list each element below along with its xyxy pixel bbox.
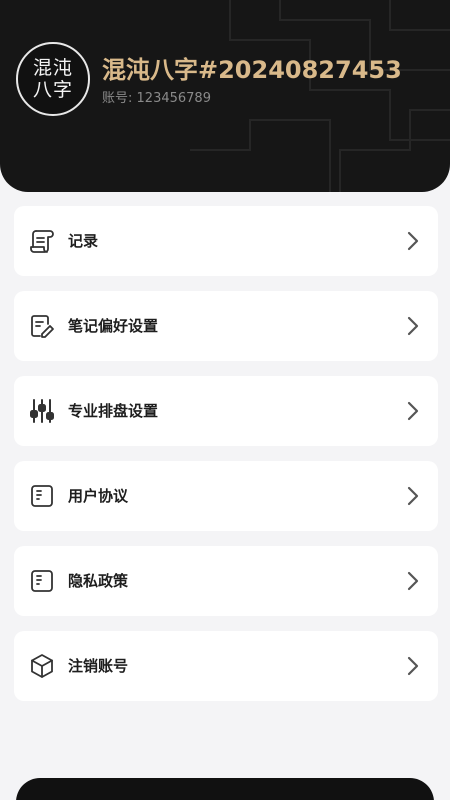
- menu-label-pro-chart-settings: 专业排盘设置: [68, 402, 159, 420]
- menu-item-user-agreement[interactable]: 用户协议: [14, 461, 438, 531]
- account-label: 账号:: [102, 91, 133, 106]
- sliders-icon: [28, 397, 56, 425]
- avatar[interactable]: 混沌 八字: [16, 42, 90, 116]
- menu-item-records[interactable]: 记录: [14, 206, 438, 276]
- menu-item-pro-chart-settings[interactable]: 专业排盘设置: [14, 376, 438, 446]
- edit-note-icon: [28, 312, 56, 340]
- account-info: 账号: 123456789: [102, 87, 211, 106]
- chevron-right-icon: [407, 316, 419, 336]
- menu-item-delete-account[interactable]: 注销账号: [14, 631, 438, 701]
- avatar-text-bottom: 八字: [32, 79, 73, 101]
- chevron-right-icon: [407, 486, 419, 506]
- profile-header: 混沌 八字 混沌八字#20240827453 账号: 123456789: [0, 0, 450, 192]
- menu-item-note-preferences[interactable]: 笔记偏好设置: [14, 291, 438, 361]
- chevron-right-icon: [407, 656, 419, 676]
- menu-label-delete-account: 注销账号: [68, 657, 129, 675]
- menu-label-note-preferences: 笔记偏好设置: [68, 317, 159, 335]
- cube-icon: [28, 652, 56, 680]
- bottom-tab-bar[interactable]: [16, 778, 434, 800]
- chevron-right-icon: [407, 571, 419, 591]
- chevron-right-icon: [407, 401, 419, 421]
- avatar-text-top: 混沌: [32, 57, 73, 79]
- menu-label-user-agreement: 用户协议: [68, 487, 129, 505]
- chevron-right-icon: [407, 231, 419, 251]
- menu-item-privacy-policy[interactable]: 隐私政策: [14, 546, 438, 616]
- username: 混沌八字#20240827453: [102, 56, 402, 84]
- document-icon: [28, 567, 56, 595]
- header-decoration: [190, 0, 450, 192]
- account-number: 123456789: [136, 91, 211, 106]
- menu-label-privacy-policy: 隐私政策: [68, 572, 129, 590]
- document-icon: [28, 482, 56, 510]
- menu-label-records: 记录: [68, 232, 99, 250]
- scroll-icon: [28, 227, 56, 255]
